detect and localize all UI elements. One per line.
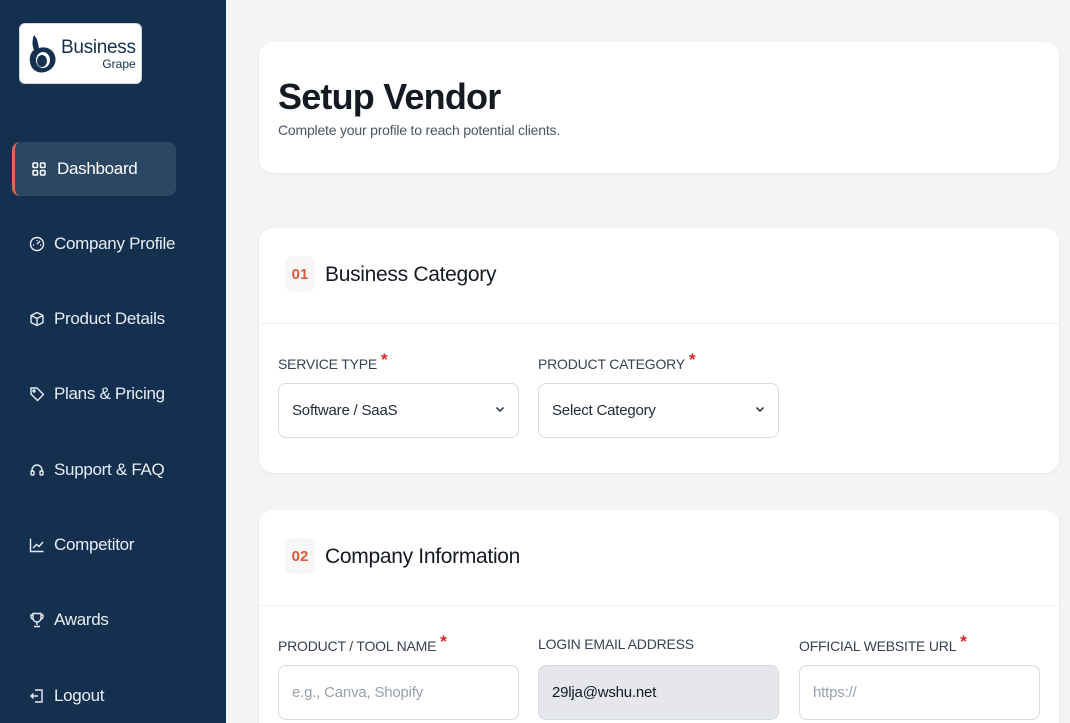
sidebar-item-dashboard[interactable]: Dashboard	[12, 142, 176, 196]
sidebar-item-support-faq[interactable]: Support & FAQ	[12, 443, 176, 497]
product-category-label: PRODUCT CATEGORY *	[538, 350, 696, 372]
logout-icon	[28, 687, 46, 705]
company-information-section: 02 Company Information PRODUCT / TOOL NA…	[259, 510, 1059, 723]
section-number: 02	[285, 538, 315, 574]
sidebar-item-company-profile[interactable]: Company Profile	[12, 217, 176, 271]
required-marker: *	[381, 350, 388, 369]
business-category-section: 01 Business Category SERVICE TYPE * Softw…	[259, 228, 1059, 473]
service-type-select[interactable]: Software / SaaS	[278, 383, 519, 438]
section-title: Business Category	[325, 263, 497, 286]
trophy-icon	[28, 611, 46, 629]
product-category-select[interactable]: Select Category	[538, 383, 779, 438]
brand-sub: Grape	[102, 56, 136, 71]
brand-name: Business	[61, 36, 136, 58]
sidebar-item-label: Awards	[54, 610, 109, 629]
sidebar-item-awards[interactable]: Awards	[12, 593, 176, 647]
required-marker: *	[440, 632, 447, 651]
sidebar-item-plans-pricing[interactable]: Plans & Pricing	[12, 367, 176, 421]
section-header: 02 Company Information	[259, 510, 1059, 606]
product-category-value: Select Category	[552, 402, 656, 419]
grape-logo-icon	[29, 34, 56, 73]
page-subtitle: Complete your profile to reach potential…	[278, 122, 561, 138]
section-title: Company Information	[325, 545, 521, 568]
required-marker: *	[688, 350, 696, 369]
sidebar-item-label: Logout	[54, 686, 105, 705]
section-number: 01	[285, 256, 315, 292]
sidebar-item-logout[interactable]: Logout	[12, 669, 176, 723]
product-name-label: PRODUCT / TOOL NAME *	[278, 632, 447, 654]
sidebar-item-label: Competitor	[54, 535, 135, 554]
section-header: 01 Business Category	[259, 228, 1059, 324]
page-title: Setup Vendor	[278, 76, 501, 117]
gauge-icon	[28, 235, 46, 253]
sidebar-item-competitor[interactable]: Competitor	[12, 518, 176, 572]
sidebar: Business Grape Dashboard Company Profile…	[0, 0, 226, 723]
sidebar-item-label: Plans & Pricing	[54, 384, 165, 403]
sidebar-item-label: Dashboard	[57, 159, 138, 178]
sidebar-item-label: Product Details	[54, 309, 165, 328]
brand-logo[interactable]: Business Grape	[19, 23, 142, 84]
sidebar-item-label: Support & FAQ	[54, 460, 165, 479]
sidebar-item-label: Company Profile	[54, 234, 176, 253]
grid-icon	[30, 160, 48, 178]
product-name-input[interactable]	[278, 665, 519, 720]
login-email-value: 29lja@wshu.net	[552, 684, 657, 701]
headset-icon	[28, 461, 46, 479]
chevron-down-icon	[755, 406, 765, 413]
page-header-card: Setup Vendor Complete your profile to re…	[259, 42, 1059, 173]
chevron-down-icon	[495, 406, 505, 413]
box-icon	[28, 310, 46, 328]
trend-chart-icon	[28, 536, 46, 554]
tag-icon	[28, 385, 46, 403]
website-url-label: OFFICIAL WEBSITE URL *	[799, 632, 967, 654]
required-marker: *	[960, 632, 967, 651]
service-type-label: SERVICE TYPE *	[278, 350, 388, 372]
service-type-value: Software / SaaS	[292, 402, 398, 419]
login-email-label: LOGIN EMAIL ADDRESS	[538, 636, 694, 652]
login-email-field: 29lja@wshu.net	[538, 665, 779, 720]
sidebar-item-product-details[interactable]: Product Details	[12, 292, 176, 346]
website-url-input[interactable]	[799, 665, 1040, 720]
